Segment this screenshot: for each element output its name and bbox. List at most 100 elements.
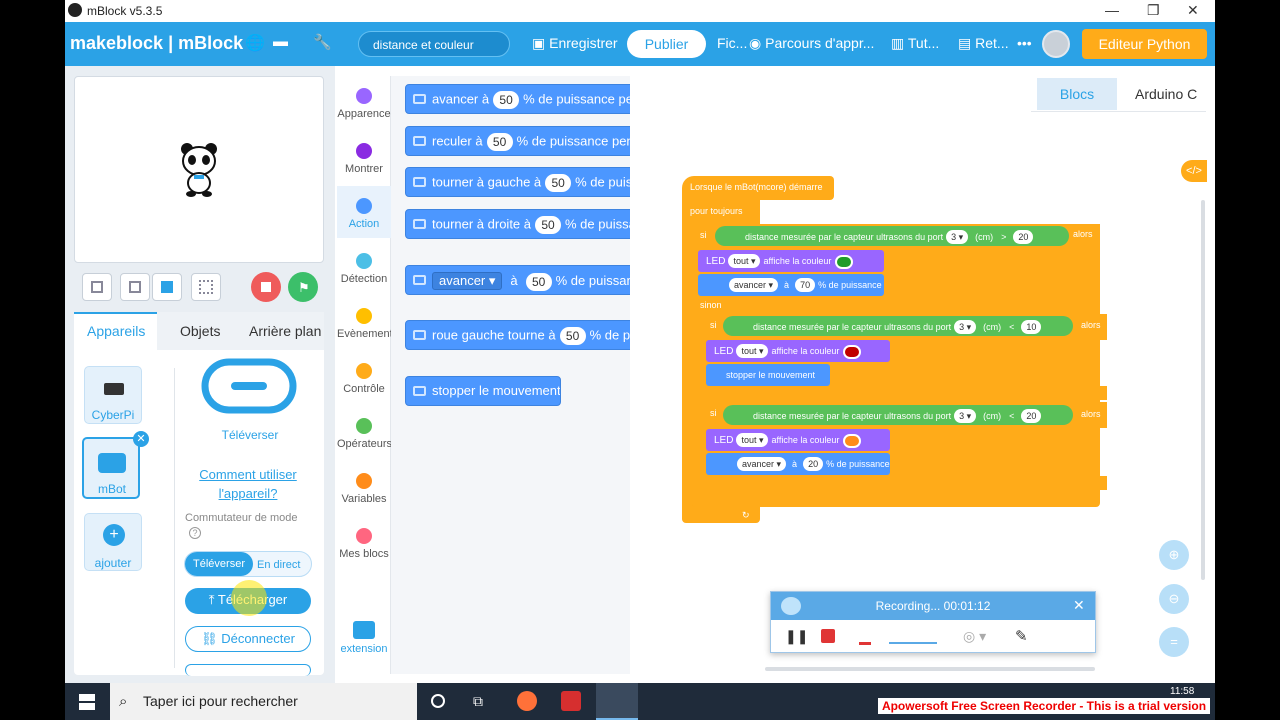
stop-block[interactable]: stopper le mouvement xyxy=(706,364,830,386)
threshold-input[interactable]: 20 xyxy=(1013,230,1034,244)
firefox-icon[interactable] xyxy=(517,691,537,711)
help-link[interactable]: Comment utiliser l'appareil? xyxy=(193,465,303,503)
port-dropdown[interactable]: 3 ▾ xyxy=(954,320,977,334)
palette-block[interactable]: avancer à50% de puissance pendant 1 seco… xyxy=(405,84,630,114)
task-view-icon[interactable]: ⧉ xyxy=(473,693,483,710)
mode-upload-button[interactable]: Téléverser xyxy=(185,552,253,576)
move-block-3[interactable]: avancer ▾ à 20% de puissance xyxy=(706,453,890,475)
category-3[interactable]: Détection xyxy=(337,253,391,285)
settings-button[interactable] xyxy=(185,664,311,676)
feedback-menu[interactable]: ▤ Ret... xyxy=(958,35,1009,52)
led-block-3[interactable]: LED tout ▾ affiche la couleur xyxy=(706,429,890,451)
color-swatch[interactable] xyxy=(835,254,854,269)
category-8[interactable]: Mes blocs xyxy=(337,528,391,560)
project-name-input[interactable]: distance et couleur xyxy=(358,31,510,57)
python-editor-button[interactable]: Editeur Python xyxy=(1082,29,1207,59)
block-number-input[interactable]: 50 xyxy=(493,91,520,109)
more-menu[interactable]: ••• xyxy=(1017,35,1032,51)
category-6[interactable]: Opérateurs xyxy=(337,418,392,450)
globe-icon[interactable]: 🌐 xyxy=(245,33,265,53)
publish-button[interactable]: Publier xyxy=(627,30,706,58)
condition-3[interactable]: distance mesurée par le capteur ultrason… xyxy=(723,405,1073,425)
zoom-in-icon[interactable]: ⊕ xyxy=(1159,540,1189,570)
move-block-1[interactable]: avancer ▾ à 70% de puissance xyxy=(698,274,884,296)
block-number-input[interactable]: 50 xyxy=(525,272,552,291)
code-view-icon[interactable]: </> xyxy=(1181,160,1207,182)
stage[interactable] xyxy=(74,76,324,263)
avatar[interactable] xyxy=(1042,30,1070,58)
close-button[interactable]: ✕ xyxy=(1187,2,1199,19)
led-target-dropdown[interactable]: tout ▾ xyxy=(728,254,761,268)
forever-block[interactable]: pour toujours xyxy=(682,200,760,222)
power-input[interactable]: 70 xyxy=(795,278,816,292)
foxit-icon[interactable] xyxy=(561,691,581,711)
tab-arduino[interactable]: Arduino C xyxy=(1135,86,1197,102)
help-icon[interactable]: ? xyxy=(189,527,201,539)
green-flag-button[interactable]: ⚑ xyxy=(288,272,318,302)
stop-button[interactable] xyxy=(251,272,281,302)
category-1[interactable]: Montrer xyxy=(337,143,391,175)
normal-stage-button[interactable] xyxy=(152,273,182,301)
else-block[interactable]: sinon xyxy=(692,298,1100,314)
palette-block[interactable]: roue gauche tourne à50% de puissance xyxy=(405,320,630,350)
palette-block[interactable]: tourner à gauche à50% de puissance xyxy=(405,167,630,197)
horizontal-scrollbar[interactable] xyxy=(765,667,1095,671)
folder-icon[interactable]: ▬ xyxy=(273,33,288,50)
grid-button[interactable] xyxy=(191,273,221,301)
courses-menu[interactable]: ◉ Parcours d'appr... xyxy=(749,35,874,52)
led-block-1[interactable]: LED tout ▾ affiche la couleur xyxy=(698,250,884,272)
disconnect-button[interactable]: ⛓ Déconnecter xyxy=(185,626,311,652)
palette-block[interactable]: reculer à50% de puissance pendant 1 seco… xyxy=(405,126,630,156)
palette-block[interactable]: tourner à droite à50% de puissance xyxy=(405,209,630,239)
category-2[interactable]: Action xyxy=(337,198,391,230)
condition-1[interactable]: distance mesurée par le capteur ultrason… xyxy=(715,226,1069,246)
mblock-taskbar-icon[interactable] xyxy=(596,683,638,720)
port-dropdown[interactable]: 3 ▾ xyxy=(946,230,969,244)
threshold-input[interactable]: 10 xyxy=(1021,320,1042,334)
tab-sprites[interactable]: Objets xyxy=(180,323,220,339)
color-swatch[interactable] xyxy=(843,344,862,359)
panda-sprite[interactable] xyxy=(179,141,219,197)
pause-icon[interactable]: ❚❚ xyxy=(785,628,808,645)
led-target-dropdown[interactable]: tout ▾ xyxy=(736,433,769,447)
block-number-input[interactable]: 50 xyxy=(486,133,513,151)
block-number-input[interactable]: 50 xyxy=(559,327,586,345)
maximize-button[interactable]: ❐ xyxy=(1147,2,1160,19)
tutorials-menu[interactable]: ▥ Tut... xyxy=(891,35,939,52)
category-9[interactable]: extension xyxy=(337,621,391,655)
save-button[interactable]: ▣ Enregistrer xyxy=(532,35,618,52)
block-number-input[interactable]: 50 xyxy=(545,174,572,192)
file-menu[interactable]: Fic... xyxy=(717,35,747,51)
zoom-out-icon[interactable]: ⊖ xyxy=(1159,584,1189,614)
stop-recording-icon[interactable] xyxy=(821,629,835,643)
led-block-2[interactable]: LED tout ▾ affiche la couleur xyxy=(706,340,890,362)
led-target-dropdown[interactable]: tout ▾ xyxy=(736,344,769,358)
category-4[interactable]: Evènement xyxy=(337,308,393,340)
palette-block[interactable]: stopper le mouvement xyxy=(405,376,561,406)
remove-device-icon[interactable]: ✕ xyxy=(133,431,149,447)
category-0[interactable]: Apparence xyxy=(337,88,391,120)
tab-background[interactable]: Arrière plan xyxy=(249,323,321,339)
workspace-scrollbar[interactable] xyxy=(1201,200,1205,580)
hat-block[interactable]: Lorsque le mBot(mcore) démarre xyxy=(682,176,834,200)
minimize-button[interactable]: — xyxy=(1105,2,1119,18)
webcam-icon[interactable]: ◎ ▾ xyxy=(963,628,986,645)
volume-icon[interactable] xyxy=(889,628,937,644)
direction-dropdown[interactable]: avancer ▾ xyxy=(729,278,779,292)
wrench-icon[interactable]: 🔧 xyxy=(313,33,332,51)
port-dropdown[interactable]: 3 ▾ xyxy=(954,409,977,423)
tab-devices[interactable]: Appareils xyxy=(87,323,145,339)
condition-2[interactable]: distance mesurée par le capteur ultrason… xyxy=(723,316,1073,336)
color-swatch[interactable] xyxy=(843,433,862,448)
direction-dropdown[interactable]: avancer ▾ xyxy=(737,457,787,471)
windows-start-icon[interactable] xyxy=(79,694,95,710)
tab-blocks[interactable]: Blocs xyxy=(1037,78,1117,110)
pen-icon[interactable]: ✎ xyxy=(1015,627,1028,645)
fullscreen-button[interactable] xyxy=(82,273,112,301)
mode-live-button[interactable]: En direct xyxy=(257,559,300,571)
palette-block[interactable]: avancer ▾ à 50% de puissance xyxy=(405,265,630,295)
power-input[interactable]: 20 xyxy=(803,457,824,471)
block-number-input[interactable]: 50 xyxy=(535,216,562,234)
small-stage-button[interactable] xyxy=(120,273,150,301)
taskbar-search[interactable]: ⌕ Taper ici pour rechercher xyxy=(110,683,417,720)
